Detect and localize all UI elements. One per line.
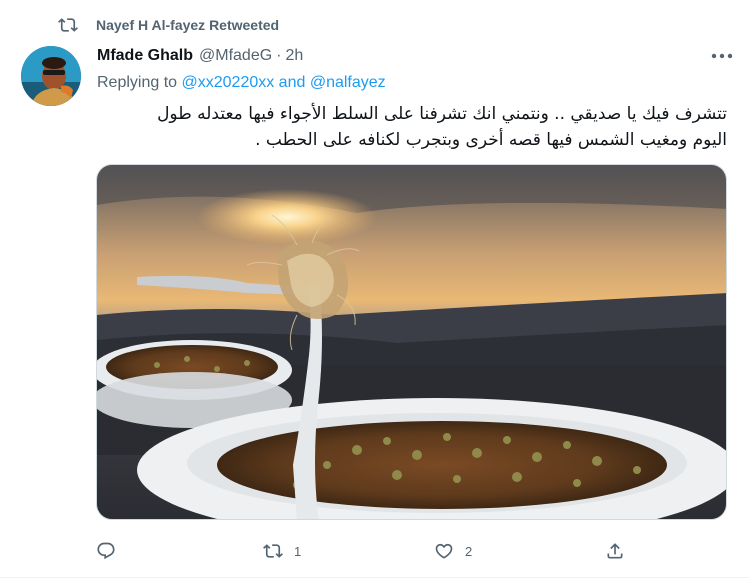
reply-icon [97,542,115,560]
share-button[interactable] [605,538,636,564]
retweet-icon [263,544,283,558]
retweet-button[interactable]: 1 [263,538,301,564]
reply-joiner: and [274,74,310,91]
tweet-text-line: اليوم ومغيب الشمس فيها قصه أخرى وبتجرب ل… [255,130,727,150]
tweet-photo[interactable] [96,164,727,520]
like-count: 2 [465,543,473,559]
separator-dot: · [276,47,282,64]
author-handle[interactable]: @MfadeG [199,47,272,65]
retweet-context: Nayef H Al-fayez Retweeted [58,14,279,36]
retweet-count: 1 [294,543,302,559]
replying-to-prefix: Replying to [97,74,182,91]
reply-button[interactable] [96,538,127,564]
share-icon [607,543,623,559]
tweet-header: Mfade Ghalb @MfadeG · 2h [97,47,303,65]
tweet-text-line: تتشرف فيك يا صديقي .. ونتمني انك تشرفنا … [157,104,727,124]
like-button[interactable]: 2 [434,538,472,564]
author-display-name[interactable]: Mfade Ghalb [97,47,193,65]
tweet-text: تتشرف فيك يا صديقي .. ونتمني انك تشرفنا … [97,101,727,153]
mention-link[interactable]: @xx20220xx [182,74,275,91]
tweet-timestamp[interactable]: 2h [286,47,304,65]
replying-to: Replying to @xx20220xx and @nalfayez [97,74,386,92]
retweeter-link[interactable]: Nayef H Al-fayez Retweeted [96,17,279,33]
heart-icon [435,543,453,559]
mention-link[interactable]: @nalfayez [310,74,386,91]
tweet[interactable]: Nayef H Al-fayez Retweeted Mfade Ghalb @… [0,0,749,578]
retweet-icon [58,18,78,32]
more-icon [711,53,733,59]
tweet-actions: 1 2 [96,538,636,564]
avatar[interactable] [21,46,81,106]
more-options-button[interactable] [709,46,735,66]
